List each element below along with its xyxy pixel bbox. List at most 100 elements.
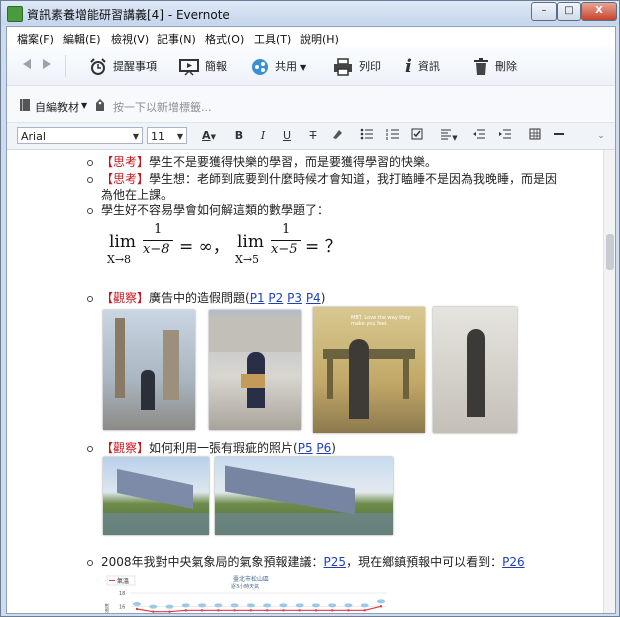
printer-icon [334, 58, 352, 76]
outdent-icon [473, 129, 485, 139]
ad-photo-big-ben[interactable] [103, 310, 195, 430]
reminder-button[interactable]: 提醒事項 [89, 57, 157, 77]
weather-bubble [377, 599, 385, 604]
reminder-label: 提醒事項 [113, 60, 157, 73]
item-text: 廣告中的造假問題( [149, 291, 250, 305]
ad-photo-mbt-walker[interactable] [433, 307, 517, 433]
y-tick-label: 16 [119, 604, 125, 610]
y-axis-label: 溫度 [105, 603, 110, 613]
weather-bubble [246, 603, 255, 608]
menu-file[interactable]: 檔案(F) [17, 31, 54, 47]
align-button[interactable]: ▼ [437, 128, 461, 144]
clock-tower-shape [115, 318, 125, 398]
font-color-letter: A [202, 129, 211, 142]
temperature-point [347, 609, 350, 612]
link-p6[interactable]: P6 [316, 441, 331, 455]
building-shape [209, 316, 301, 352]
print-button[interactable]: 列印 [333, 57, 381, 77]
indent-button[interactable] [497, 128, 513, 144]
notebook-selector[interactable]: 自編教材 [35, 99, 79, 115]
ad-photo-fedex[interactable] [209, 310, 301, 430]
link-p5[interactable]: P5 [298, 441, 313, 455]
walker-shape [349, 339, 369, 419]
menu-format[interactable]: 格式(O) [205, 31, 244, 47]
main-toolbar: 提醒事項 簡報 共用 ▼ 列印 i 資訊 刪除 [7, 47, 615, 86]
font-size-value: 11 [151, 130, 165, 143]
minimize-button[interactable]: – [531, 2, 557, 21]
menu-help[interactable]: 說明(H) [300, 31, 339, 47]
delete-button[interactable]: 刪除 [473, 57, 517, 77]
y-tick-label: 18 [119, 591, 125, 597]
font-family-select[interactable]: Arial ▼ [17, 127, 143, 144]
ad-photo-mbt-gate[interactable]: MBT. Love the way they make you feel. [313, 307, 425, 433]
notebook-dropdown-icon[interactable]: ▼ [81, 101, 87, 110]
scrollbar-thumb[interactable] [606, 234, 614, 270]
weather-bubble [279, 603, 288, 608]
menu-view[interactable]: 檢視(V) [111, 31, 149, 47]
bullet-list-button[interactable] [359, 128, 375, 144]
numbered-list-icon [386, 129, 399, 140]
item-text: 學生不是要獲得快樂的學習，而是要獲得學習的快樂。 [149, 155, 438, 169]
forward-button[interactable] [41, 57, 53, 77]
expand-toolbar-button[interactable]: ⌄ [593, 128, 609, 144]
list-item: 【思考】學生不是要獲得快樂的學習，而是要獲得學習的快樂。 [101, 153, 437, 170]
present-button[interactable]: 簡報 [179, 57, 227, 77]
highlight-button[interactable] [329, 128, 345, 144]
italic-button[interactable]: I [255, 128, 271, 144]
math-numerator: 1 [154, 222, 163, 237]
temperature-point [298, 609, 301, 612]
title-bar[interactable]: 資訊素養增能研習講義[4] - Evernote – □ X [1, 1, 619, 25]
back-button[interactable] [21, 57, 33, 77]
menu-edit[interactable]: 編輯(E) [63, 31, 101, 47]
note-body[interactable]: 【思考】學生不是要獲得快樂的學習，而是要獲得學習的快樂。 【思考】學生想：老師到… [7, 150, 603, 613]
tilted-building-photo-2[interactable] [215, 457, 393, 535]
menu-tools[interactable]: 工具(T) [254, 31, 291, 47]
legend-label: 氣溫 [117, 577, 129, 585]
evernote-app-icon [7, 6, 23, 22]
tilted-building-photo-1[interactable] [103, 457, 209, 535]
chevron-down-icon: ▼ [176, 132, 183, 141]
vertical-scrollbar[interactable] [603, 150, 615, 613]
close-button[interactable]: X [581, 2, 617, 21]
list-item: 【觀察】廣告中的造假問題(P1 P2 P3 P4) [101, 289, 325, 306]
checkbox-button[interactable] [409, 128, 425, 144]
share-button[interactable]: 共用 ▼ [251, 57, 306, 77]
info-button[interactable]: i 資訊 [405, 57, 440, 77]
menu-bar: 檔案(F) 編輯(E) 檢視(V) 記事(N) 格式(O) 工具(T) 說明(H… [7, 27, 615, 47]
note-meta-bar: 自編教材 ▼ 按一下以新增標籤... [7, 86, 615, 123]
strikethrough-button[interactable]: T [305, 128, 321, 144]
share-dropdown-icon: ▼ [300, 63, 307, 72]
tag-input[interactable]: 按一下以新增標籤... [113, 99, 212, 115]
bold-button[interactable]: B [231, 128, 247, 144]
weather-bubble [165, 604, 174, 609]
underline-button[interactable]: U [279, 128, 295, 144]
font-size-select[interactable]: 11 ▼ [147, 127, 187, 144]
font-color-button[interactable]: A▼ [197, 128, 221, 144]
chevron-down-icon: ▼ [132, 132, 139, 141]
gate-pillar [327, 359, 333, 399]
math-subscript: X→8 [107, 253, 132, 266]
weather-bubble [214, 603, 223, 608]
link-p26[interactable]: P26 [502, 555, 525, 569]
link-p4[interactable]: P4 [306, 291, 321, 305]
tag-icon [96, 99, 104, 111]
water-reflection [103, 513, 209, 535]
table-button[interactable] [527, 128, 543, 144]
trash-icon [474, 58, 488, 75]
math-numerator: 1 [282, 222, 291, 237]
link-p3[interactable]: P3 [287, 291, 302, 305]
weather-bubble [263, 603, 272, 608]
temperature-point [135, 607, 139, 611]
numbered-list-button[interactable] [385, 128, 401, 144]
weather-bubble [344, 603, 353, 608]
horizontal-rule-button[interactable] [551, 128, 567, 144]
link-p25[interactable]: P25 [324, 555, 347, 569]
link-p2[interactable]: P2 [268, 291, 283, 305]
outdent-button[interactable] [471, 128, 487, 144]
maximize-button[interactable]: □ [557, 2, 581, 21]
observe-tag: 【觀察】 [101, 441, 150, 455]
person-shape [141, 370, 155, 410]
menu-note[interactable]: 記事(N) [157, 31, 196, 47]
link-p1[interactable]: P1 [250, 291, 265, 305]
weather-bubble [133, 602, 141, 606]
